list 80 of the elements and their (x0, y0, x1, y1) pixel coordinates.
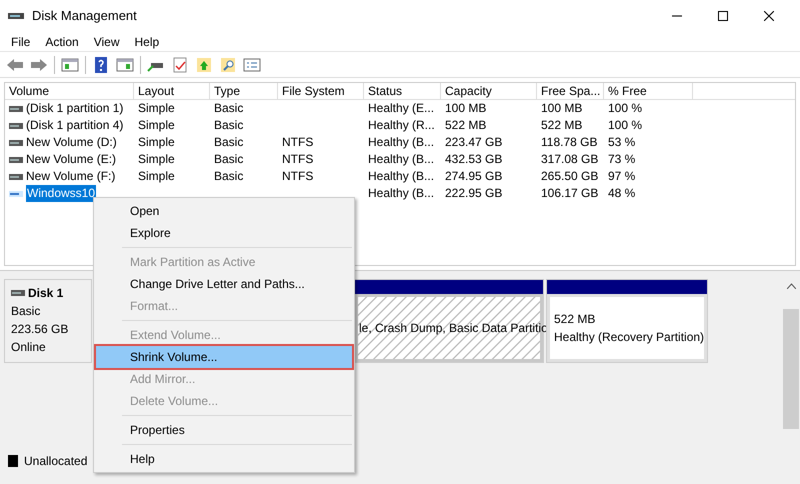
table-cell: NTFS (282, 151, 314, 168)
menu-item[interactable]: View (86, 32, 126, 50)
table-cell: Healthy (B... (368, 185, 434, 202)
column-header[interactable]: Volume (5, 83, 134, 99)
column-header[interactable]: Status (364, 83, 441, 99)
context-menu-item[interactable]: Explore (96, 222, 352, 244)
column-header[interactable]: Layout (134, 83, 210, 99)
drive-icon (9, 106, 23, 112)
context-menu-item[interactable]: Change Drive Letter and Paths... (96, 273, 352, 295)
drive-icon (9, 140, 23, 146)
maximize-icon (718, 11, 728, 21)
table-cell: Windowss10 (26, 185, 96, 202)
table-cell: 48 % (608, 185, 636, 202)
table-cell: Healthy (B... (368, 151, 434, 168)
disk-type: Basic (11, 303, 42, 320)
table-cell: (Disk 1 partition 4) (26, 117, 124, 134)
table-cell: 100 % (608, 100, 642, 117)
column-header[interactable]: Free Spa... (537, 83, 604, 99)
column-header[interactable]: File System (278, 83, 364, 99)
partition-size: 522 MB (554, 311, 596, 328)
drive-icon (9, 122, 23, 128)
table-cell: New Volume (D:) (26, 134, 117, 151)
drive-icon (11, 290, 25, 296)
menu-item[interactable]: Help (128, 32, 166, 50)
disk-app-icon (8, 10, 24, 22)
table-cell: 522 MB (445, 117, 486, 134)
table-cell: Healthy (B... (368, 134, 434, 151)
table-cell: New Volume (E:) (26, 151, 116, 168)
table-cell: 53 % (608, 134, 636, 151)
partition-block[interactable]: 522 MB Healthy (Recovery Partition) (546, 279, 708, 363)
table-cell: NTFS (282, 134, 314, 151)
table-cell: 118.78 GB (541, 134, 598, 151)
legend-label: Unallocated (24, 453, 88, 470)
table-cell: (Disk 1 partition 1) (26, 100, 124, 117)
table-cell: 274.95 GB (445, 168, 502, 185)
table-cell: 106.17 GB (541, 185, 598, 202)
table-cell: 100 MB (541, 100, 582, 117)
table-cell: Basic (214, 134, 244, 151)
context-menu-item[interactable]: Shrink Volume... (96, 346, 352, 368)
context-menu-item[interactable]: Help (96, 448, 352, 470)
table-cell: 265.50 GB (541, 168, 598, 185)
column-header[interactable]: Capacity (441, 83, 537, 99)
table-cell: 522 MB (541, 117, 582, 134)
table-cell: Simple (138, 100, 175, 117)
scroll-up-icon[interactable] (786, 283, 796, 289)
table-cell: Healthy (E... (368, 100, 434, 117)
context-menu-item[interactable]: Properties (96, 419, 352, 441)
table-cell: Healthy (B... (368, 168, 434, 185)
table-cell: NTFS (282, 168, 314, 185)
column-header[interactable]: % Free (604, 83, 693, 99)
menu-item[interactable]: File (4, 32, 38, 50)
table-cell: Basic (214, 100, 244, 117)
menu-item[interactable]: Action (38, 32, 86, 50)
table-cell: Basic (214, 117, 244, 134)
table-cell: Simple (138, 151, 175, 168)
table-cell: 222.95 GB (445, 185, 502, 202)
column-header[interactable]: Type (210, 83, 278, 99)
context-menu-item[interactable]: Open (96, 200, 352, 222)
table-cell: Simple (138, 134, 175, 151)
table-cell: 223.47 GB (445, 134, 502, 151)
disk-status: Online (11, 339, 47, 356)
table-cell: Basic (214, 168, 244, 185)
table-cell: 317.08 GB (541, 151, 598, 168)
close-icon (764, 11, 774, 21)
drive-icon (9, 174, 23, 180)
table-cell: Simple (138, 117, 175, 134)
drive-icon (9, 156, 23, 162)
disk-size: 223.56 GB (11, 321, 70, 338)
drive-icon (9, 190, 23, 196)
table-cell: 73 % (608, 151, 636, 168)
table-cell: Simple (138, 168, 175, 185)
table-cell: 432.53 GB (445, 151, 502, 168)
table-cell: 100 % (608, 117, 642, 134)
table-cell: 97 % (608, 168, 636, 185)
table-cell: New Volume (F:) (26, 168, 116, 185)
table-cell: Healthy (R... (368, 117, 435, 134)
disk-name: Disk 1 (28, 285, 64, 302)
window-title: Disk Management (32, 7, 137, 26)
table-cell: Basic (214, 151, 244, 168)
table-cell: 100 MB (445, 100, 486, 117)
